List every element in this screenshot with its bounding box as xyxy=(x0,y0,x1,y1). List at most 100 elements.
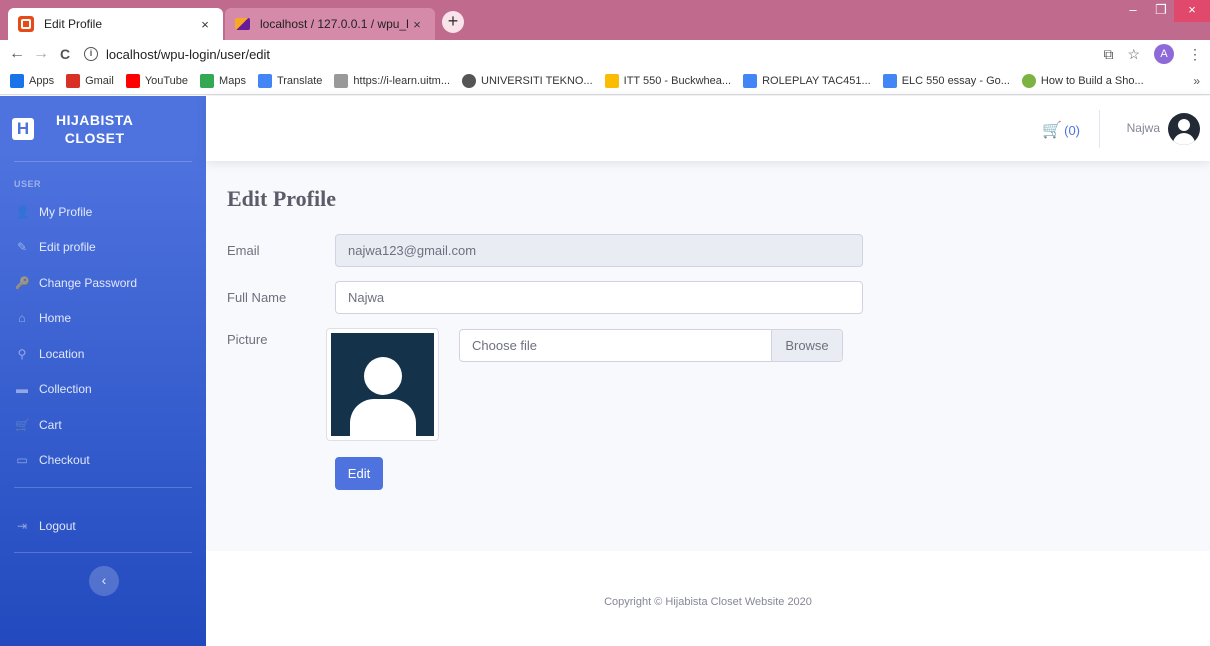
bookmark-uitm[interactable]: UNIVERSITI TEKNO... xyxy=(462,74,593,88)
home-icon: ⌂ xyxy=(18,311,26,326)
globe-icon xyxy=(334,74,349,88)
menu-kebab-icon[interactable]: ⋮ xyxy=(1188,46,1202,63)
sidebar-toggle-button[interactable]: ‹ xyxy=(89,566,119,596)
bookmark-star-icon[interactable]: ☆ xyxy=(1127,46,1140,63)
sidebar-item-logout[interactable]: ⇥ Logout xyxy=(0,508,206,544)
user-edit-icon: ✎ xyxy=(16,240,28,255)
tab-title: Edit Profile xyxy=(44,17,103,31)
bookmark-youtube[interactable]: YouTube xyxy=(125,74,188,88)
user-avatar[interactable] xyxy=(1168,113,1200,145)
edit-submit-button[interactable]: Edit xyxy=(335,457,383,490)
translate-icon[interactable]: ⧉ xyxy=(1103,46,1113,63)
sidebar-divider xyxy=(14,551,192,553)
topbar-divider xyxy=(1099,110,1100,148)
sidebar-item-home[interactable]: ⌂ Home xyxy=(0,301,206,337)
reload-icon[interactable]: C xyxy=(54,46,76,62)
browse-button[interactable]: Browse xyxy=(771,330,842,361)
brand[interactable]: H HIJABISTA CLOSET xyxy=(0,96,206,161)
sidebar-item-edit-profile[interactable]: ✎ Edit profile xyxy=(0,230,206,266)
close-window-button[interactable]: × xyxy=(1174,0,1210,22)
minimize-button[interactable]: – xyxy=(1118,0,1148,22)
sidebar-item-label: Collection xyxy=(39,382,92,397)
sidebar-item-change-password[interactable]: 🔑 Change Password xyxy=(0,265,206,301)
location-icon: ⚲ xyxy=(17,346,27,361)
logout-icon: ⇥ xyxy=(16,518,28,533)
bookmark-how-to-build[interactable]: How to Build a Sho... xyxy=(1021,74,1144,88)
page-title: Edit Profile xyxy=(227,186,336,211)
sidebar-item-cart[interactable]: 🛒 Cart xyxy=(0,407,206,443)
bookmark-roleplay[interactable]: ROLEPLAY TAC451... xyxy=(743,74,871,88)
email-label: Email xyxy=(227,243,260,258)
full-name-label: Full Name xyxy=(227,290,287,305)
cart-icon: 🛒 xyxy=(1042,122,1063,139)
sidebar-item-checkout[interactable]: ▭ Checkout xyxy=(0,443,206,479)
docs-icon xyxy=(882,74,897,88)
brand-name: HIJABISTA CLOSET xyxy=(56,111,133,147)
maps-icon xyxy=(200,74,215,88)
apps-grid-icon xyxy=(10,74,24,88)
tab-close-icon[interactable]: × xyxy=(409,17,425,32)
collection-icon: ▬ xyxy=(16,382,28,397)
email-field[interactable]: najwa123@gmail.com xyxy=(335,234,863,267)
url-text: localhost/wpu-login/user/edit xyxy=(106,46,271,62)
sidebar-item-my-profile[interactable]: 👤 My Profile xyxy=(0,194,206,230)
sidebar-item-label: Home xyxy=(39,311,72,326)
address-bar-actions: ⧉ ☆ A ⋮ xyxy=(1103,44,1202,64)
bookmark-ilearn[interactable]: https://i-learn.uitm... xyxy=(334,74,450,88)
sidebar: H HIJABISTA CLOSET USER 👤 My Profile ✎ Edi… xyxy=(0,96,206,646)
leaf-icon xyxy=(1021,74,1036,88)
bookmark-elc550[interactable]: ELC 550 essay - Go... xyxy=(882,74,1010,88)
tab-title: localhost / 127.0.0.1 / wpu_login xyxy=(260,17,409,31)
tab-edit-profile[interactable]: Edit Profile × xyxy=(8,8,223,40)
back-arrow-icon[interactable]: ← xyxy=(6,45,28,63)
sidebar-item-collection[interactable]: ▬ Collection xyxy=(0,372,206,408)
bookmark-itt550[interactable]: ITT 550 - Buckwhea... xyxy=(604,74,731,88)
sidebar-heading: USER xyxy=(14,179,42,189)
brand-logo-icon: H xyxy=(12,117,34,140)
address-bar: ← → C i localhost/wpu-login/user/edit ⧉ … xyxy=(0,40,1210,68)
profile-avatar[interactable]: A xyxy=(1154,44,1174,64)
cart-count: (0) xyxy=(1064,122,1080,138)
docs-icon xyxy=(743,74,758,88)
bookmark-gmail[interactable]: Gmail xyxy=(66,74,114,88)
drive-icon xyxy=(604,74,619,88)
sidebar-item-label: Location xyxy=(39,346,85,361)
sidebar-item-label: Logout xyxy=(39,518,76,533)
browser-tab-strip: Edit Profile × localhost / 127.0.0.1 / w… xyxy=(0,0,1210,40)
sidebar-item-label: Edit profile xyxy=(39,240,96,255)
bookmarks-bar: Apps Gmail YouTube Maps Translate https:… xyxy=(0,68,1210,95)
cart-link[interactable]: 🛒 (0) xyxy=(1042,120,1080,140)
bookmark-maps[interactable]: Maps xyxy=(200,74,246,88)
url-field[interactable]: i localhost/wpu-login/user/edit xyxy=(84,47,270,62)
bookmark-apps[interactable]: Apps xyxy=(10,74,54,88)
favicon-icon xyxy=(18,16,34,32)
youtube-icon xyxy=(125,74,140,88)
cart-icon: 🛒 xyxy=(15,417,30,432)
file-input[interactable]: Choose file Browse xyxy=(459,329,843,362)
sidebar-divider xyxy=(14,487,192,488)
tab-phpmyadmin[interactable]: localhost / 127.0.0.1 / wpu_login × xyxy=(225,8,435,40)
tab-close-icon[interactable]: × xyxy=(197,17,213,32)
brand-line-1: HIJABISTA xyxy=(56,111,134,128)
bookmark-translate[interactable]: Translate xyxy=(257,74,322,88)
user-name[interactable]: Najwa xyxy=(1127,121,1160,135)
phpmyadmin-favicon-icon xyxy=(235,18,250,30)
translate-icon xyxy=(257,74,272,88)
gmail-icon xyxy=(66,74,81,88)
info-icon[interactable]: i xyxy=(84,47,98,61)
uitm-icon xyxy=(462,74,476,88)
user-icon: 👤 xyxy=(15,204,30,219)
forward-arrow-icon[interactable]: → xyxy=(30,45,52,63)
sidebar-item-location[interactable]: ⚲ Location xyxy=(0,336,206,372)
file-input-placeholder: Choose file xyxy=(472,338,538,353)
key-icon: 🔑 xyxy=(15,275,30,290)
bookmarks-overflow-icon[interactable]: » xyxy=(1193,74,1200,88)
full-name-field[interactable]: Najwa xyxy=(335,281,863,314)
maximize-button[interactable]: ❐ xyxy=(1146,0,1176,22)
sidebar-item-label: Change Password xyxy=(39,275,138,290)
default-user-avatar-icon xyxy=(331,333,434,436)
new-tab-button[interactable]: + xyxy=(442,11,464,33)
topbar: 🛒 (0) Najwa xyxy=(206,96,1210,161)
brand-line-2: CLOSET xyxy=(64,129,125,146)
picture-label: Picture xyxy=(227,332,268,347)
